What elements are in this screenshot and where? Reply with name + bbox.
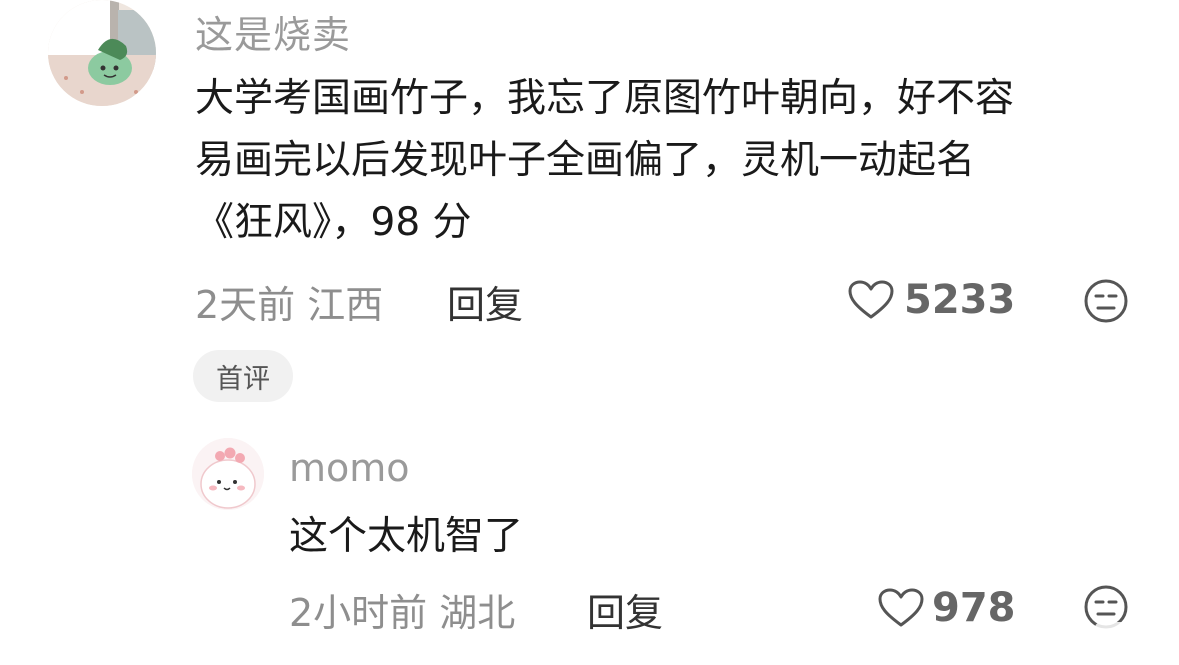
reply-comment-meta: 2小时前 湖北 [289, 591, 516, 635]
watermark-overlay [1095, 622, 1173, 662]
avatar-illustration [48, 0, 156, 106]
avatar-main-user[interactable] [48, 0, 156, 106]
main-comment-line: 易画完以后发现叶子全画偏了，灵机一动起名 [195, 138, 976, 183]
reply-like-button[interactable]: 978 [878, 584, 1016, 632]
main-reaction-button[interactable] [1083, 278, 1129, 328]
main-like-button[interactable]: 5233 [848, 276, 1015, 324]
avatar-illustration [192, 438, 264, 510]
avatar-reply-user[interactable] [192, 438, 264, 510]
main-comment-username[interactable]: 这是烧卖 [195, 4, 351, 59]
main-comment-text: 大学考国画竹子，我忘了原图竹叶朝向，好不容 易画完以后发现叶子全画偏了，灵机一动… [195, 68, 1145, 254]
first-comment-badge: 首评 [193, 350, 293, 402]
main-comment-line: 《狂风》，98 分 [195, 200, 472, 245]
reply-username[interactable]: momo [289, 446, 410, 490]
reply-reply-button[interactable]: 回复 [587, 582, 663, 637]
main-comment-line: 大学考国画竹子，我忘了原图竹叶朝向，好不容 [195, 76, 1015, 121]
heart-outline-icon [878, 588, 924, 627]
heart-outline-icon [848, 280, 894, 319]
neutral-face-icon [1084, 279, 1128, 323]
reply-like-count: 978 [932, 585, 1016, 631]
main-comment-meta: 2天前 江西 [195, 283, 384, 327]
main-reply-button[interactable]: 回复 [447, 274, 523, 329]
reply-comment-text: 这个太机智了 [289, 514, 524, 559]
main-like-count: 5233 [904, 277, 1016, 323]
